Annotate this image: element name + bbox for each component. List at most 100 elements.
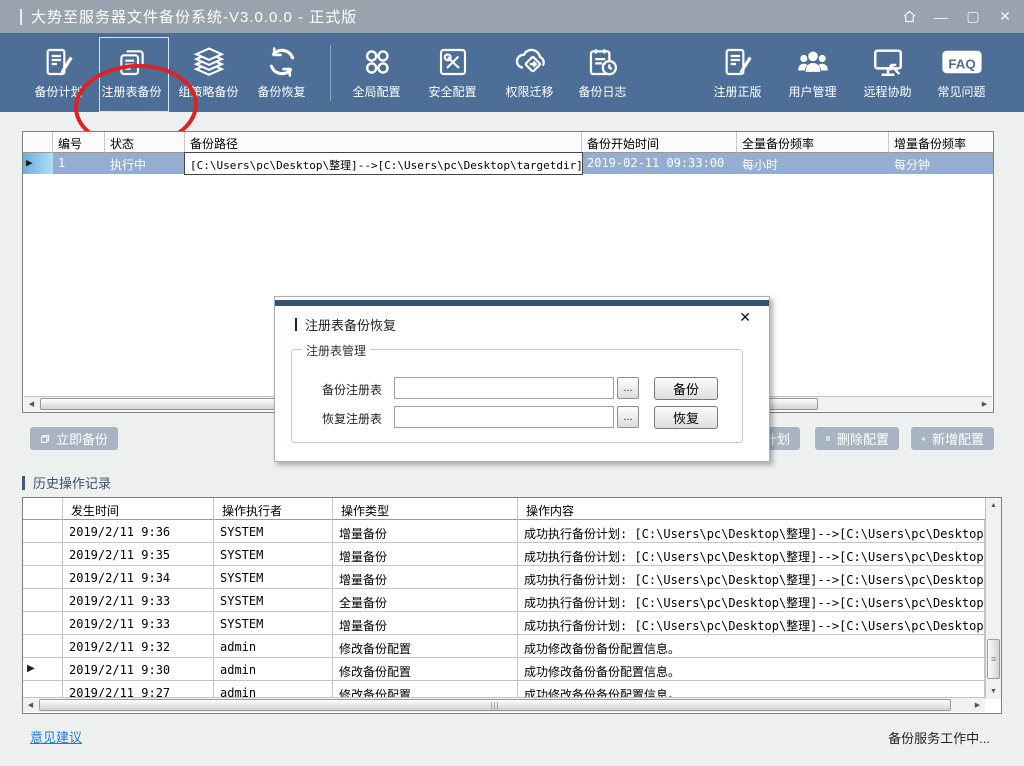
toolbar-button-register-genuine[interactable]: 注册正版	[701, 33, 774, 112]
plus-icon	[921, 436, 926, 441]
scroll-left-icon[interactable]: ◀	[23, 698, 38, 712]
history-cell-actor[interactable]: admin	[214, 658, 333, 681]
history-cell-time[interactable]: 2019/2/11 9:32	[63, 635, 214, 658]
history-cell-type[interactable]: 增量备份	[333, 543, 518, 566]
restore-registry-input[interactable]	[394, 406, 614, 428]
history-row[interactable]: 2019/2/11 9:32 admin 修改备份配置 成功修改备份备份配置信息。	[23, 635, 985, 658]
history-cell-actor[interactable]: SYSTEM	[214, 566, 333, 589]
scroll-up-icon[interactable]: ▲	[986, 498, 1001, 513]
toolbar-button-user-management[interactable]: 用户管理	[776, 33, 849, 112]
toolbar-button-registry-backup[interactable]: 注册表备份	[95, 33, 168, 112]
history-row[interactable]: 2019/2/11 9:35 SYSTEM 增量备份 成功执行备份计划: [C:\Us…	[23, 543, 985, 566]
restore-registry-browse-button[interactable]: ...	[617, 406, 639, 428]
history-cell-time[interactable]: 2019/2/11 9:35	[63, 543, 214, 566]
minimize-button[interactable]: —	[932, 8, 950, 26]
history-header-time[interactable]: 发生时间	[63, 498, 214, 520]
feedback-link[interactable]: 意见建议	[30, 727, 82, 746]
backup-registry-input[interactable]	[394, 377, 614, 399]
history-cell-content[interactable]: 成功执行备份计划: [C:\Users\pc\Desktop\整理]-->[C:…	[518, 566, 985, 589]
history-cell-type[interactable]: 修改备份配置	[333, 658, 518, 681]
history-header-type[interactable]: 操作类型	[333, 498, 518, 520]
scroll-down-icon[interactable]: ▼	[986, 684, 1001, 699]
toolbar-button-backup-plan[interactable]: 备份计划	[22, 33, 95, 112]
plans-header-start-time[interactable]: 备份开始时间	[582, 132, 737, 153]
scroll-right-icon[interactable]: ▶	[977, 397, 992, 411]
history-row[interactable]: ▶ 2019/2/11 9:30 admin 修改备份配置 成功修改备份备份配置信息。	[23, 658, 985, 681]
backup-restore-icon	[265, 44, 299, 80]
history-cell-actor[interactable]: SYSTEM	[214, 612, 333, 635]
plans-cell-full-freq[interactable]: 每小时	[737, 153, 889, 174]
history-row-selector	[23, 543, 63, 566]
backup-registry-browse-button[interactable]: ...	[617, 377, 639, 399]
history-vscroll-thumb[interactable]: ≡	[987, 639, 1000, 679]
history-row[interactable]: 2019/2/11 9:36 SYSTEM 增量备份 成功执行备份计划: [C:\Us…	[23, 520, 985, 543]
restore-button[interactable]: 恢复	[654, 406, 718, 429]
history-cell-actor[interactable]: admin	[214, 635, 333, 658]
toolbar-button-global-config[interactable]: 全局配置	[340, 33, 413, 112]
history-cell-content[interactable]: 成功修改备份备份配置信息。	[518, 658, 985, 681]
delete-config-button[interactable]: 删除配置	[815, 427, 899, 450]
history-cell-type[interactable]: 修改备份配置	[333, 635, 518, 658]
history-horizontal-scrollbar[interactable]: ◀ ||| ▶	[23, 697, 985, 712]
history-cell-time[interactable]: 2019/2/11 9:33	[63, 589, 214, 612]
backup-now-button[interactable]: 立即备份	[30, 427, 118, 450]
history-row[interactable]: 2019/2/11 9:34 SYSTEM 增量备份 成功执行备份计划: [C:\Us…	[23, 566, 985, 589]
history-row[interactable]: 2019/2/11 9:33 SYSTEM 全量备份 成功执行备份计划: [C:\Us…	[23, 589, 985, 612]
history-table-body: 2019/2/11 9:36 SYSTEM 增量备份 成功执行备份计划: [C:\Us…	[23, 520, 985, 701]
plans-header-path[interactable]: 备份路径	[185, 132, 582, 153]
history-cell-type[interactable]: 增量备份	[333, 520, 518, 543]
toolbar-button-faq[interactable]: FAQ 常见问题	[925, 33, 998, 112]
history-cell-actor[interactable]: SYSTEM	[214, 543, 333, 566]
group-policy-backup-icon	[192, 44, 226, 80]
history-cell-type[interactable]: 增量备份	[333, 566, 518, 589]
history-cell-actor[interactable]: SYSTEM	[214, 589, 333, 612]
plans-cell-status[interactable]: 执行中	[105, 153, 185, 174]
scroll-left-icon[interactable]: ◀	[24, 397, 39, 411]
toolbar-button-backup-log[interactable]: 备份日志	[566, 33, 639, 112]
plans-cell-incr-freq[interactable]: 每分钟	[889, 153, 993, 174]
plans-header-status[interactable]: 状态	[105, 132, 185, 153]
history-vertical-scrollbar[interactable]: ▲ ≡ ▼	[985, 498, 1001, 699]
backup-button[interactable]: 备份	[654, 377, 718, 400]
plans-header-full-freq[interactable]: 全量备份频率	[737, 132, 889, 153]
history-hscroll-thumb[interactable]: |||	[39, 699, 951, 711]
close-button[interactable]: ✕	[996, 8, 1014, 26]
history-header-actor[interactable]: 操作执行者	[214, 498, 333, 520]
dialog-close-icon[interactable]: ✕	[739, 309, 751, 326]
toolbar-button-backup-restore[interactable]: 备份恢复	[245, 33, 318, 112]
history-row[interactable]: 2019/2/11 9:33 SYSTEM 增量备份 成功执行备份计划: [C:\Us…	[23, 612, 985, 635]
history-cell-type[interactable]: 全量备份	[333, 589, 518, 612]
home-icon[interactable]	[900, 8, 918, 26]
history-cell-content[interactable]: 成功执行备份计划: [C:\Users\pc\Desktop\整理]-->[C:…	[518, 589, 985, 612]
history-cell-actor[interactable]: SYSTEM	[214, 520, 333, 543]
history-cell-content[interactable]: 成功修改备份备份配置信息。	[518, 635, 985, 658]
history-header-content[interactable]: 操作内容	[518, 498, 985, 520]
plans-header-incr-freq[interactable]: 增量备份频率	[889, 132, 993, 153]
register-genuine-icon	[722, 44, 754, 80]
history-cell-time[interactable]: 2019/2/11 9:34	[63, 566, 214, 589]
history-cell-time[interactable]: 2019/2/11 9:33	[63, 612, 214, 635]
history-cell-type[interactable]: 增量备份	[333, 612, 518, 635]
plans-cell-start-time[interactable]: 2019-02-11 09:33:00	[582, 153, 737, 174]
history-cell-content[interactable]: 成功执行备份计划: [C:\Users\pc\Desktop\整理]-->[C:…	[518, 612, 985, 635]
plans-header-id[interactable]: 编号	[53, 132, 105, 153]
toolbar-button-group-policy-backup[interactable]: 组策略备份	[172, 33, 245, 112]
plans-cell-id[interactable]: 1	[53, 153, 105, 174]
maximize-button[interactable]: ▢	[964, 8, 982, 26]
scroll-right-icon[interactable]: ▶	[970, 698, 985, 712]
permission-migrate-icon	[513, 44, 547, 80]
toolbar-button-permission-migrate[interactable]: 权限迁移	[493, 33, 566, 112]
plans-cell-path[interactable]: [C:\Users\pc\Desktop\整理]-->[C:\Users\pc\…	[184, 152, 583, 175]
history-cell-content[interactable]: 成功执行备份计划: [C:\Users\pc\Desktop\整理]-->[C:…	[518, 543, 985, 566]
history-cell-time[interactable]: 2019/2/11 9:30	[63, 658, 214, 681]
window-title: 大势至服务器文件备份系统-V3.0.0.0 - 正式版	[31, 9, 358, 26]
security-config-icon	[437, 44, 469, 80]
copy-icon	[41, 434, 49, 443]
history-cell-time[interactable]: 2019/2/11 9:36	[63, 520, 214, 543]
plans-table-row[interactable]: ▶ 1 执行中 [C:\Users\pc\Desktop\整理]-->[C:\U…	[23, 152, 993, 175]
user-management-icon	[796, 44, 830, 80]
add-config-button[interactable]: 新增配置	[911, 427, 994, 450]
history-cell-content[interactable]: 成功执行备份计划: [C:\Users\pc\Desktop\整理]-->[C:…	[518, 520, 985, 543]
toolbar-button-security-config[interactable]: 安全配置	[416, 33, 489, 112]
toolbar-button-remote-assist[interactable]: 远程协助	[851, 33, 924, 112]
